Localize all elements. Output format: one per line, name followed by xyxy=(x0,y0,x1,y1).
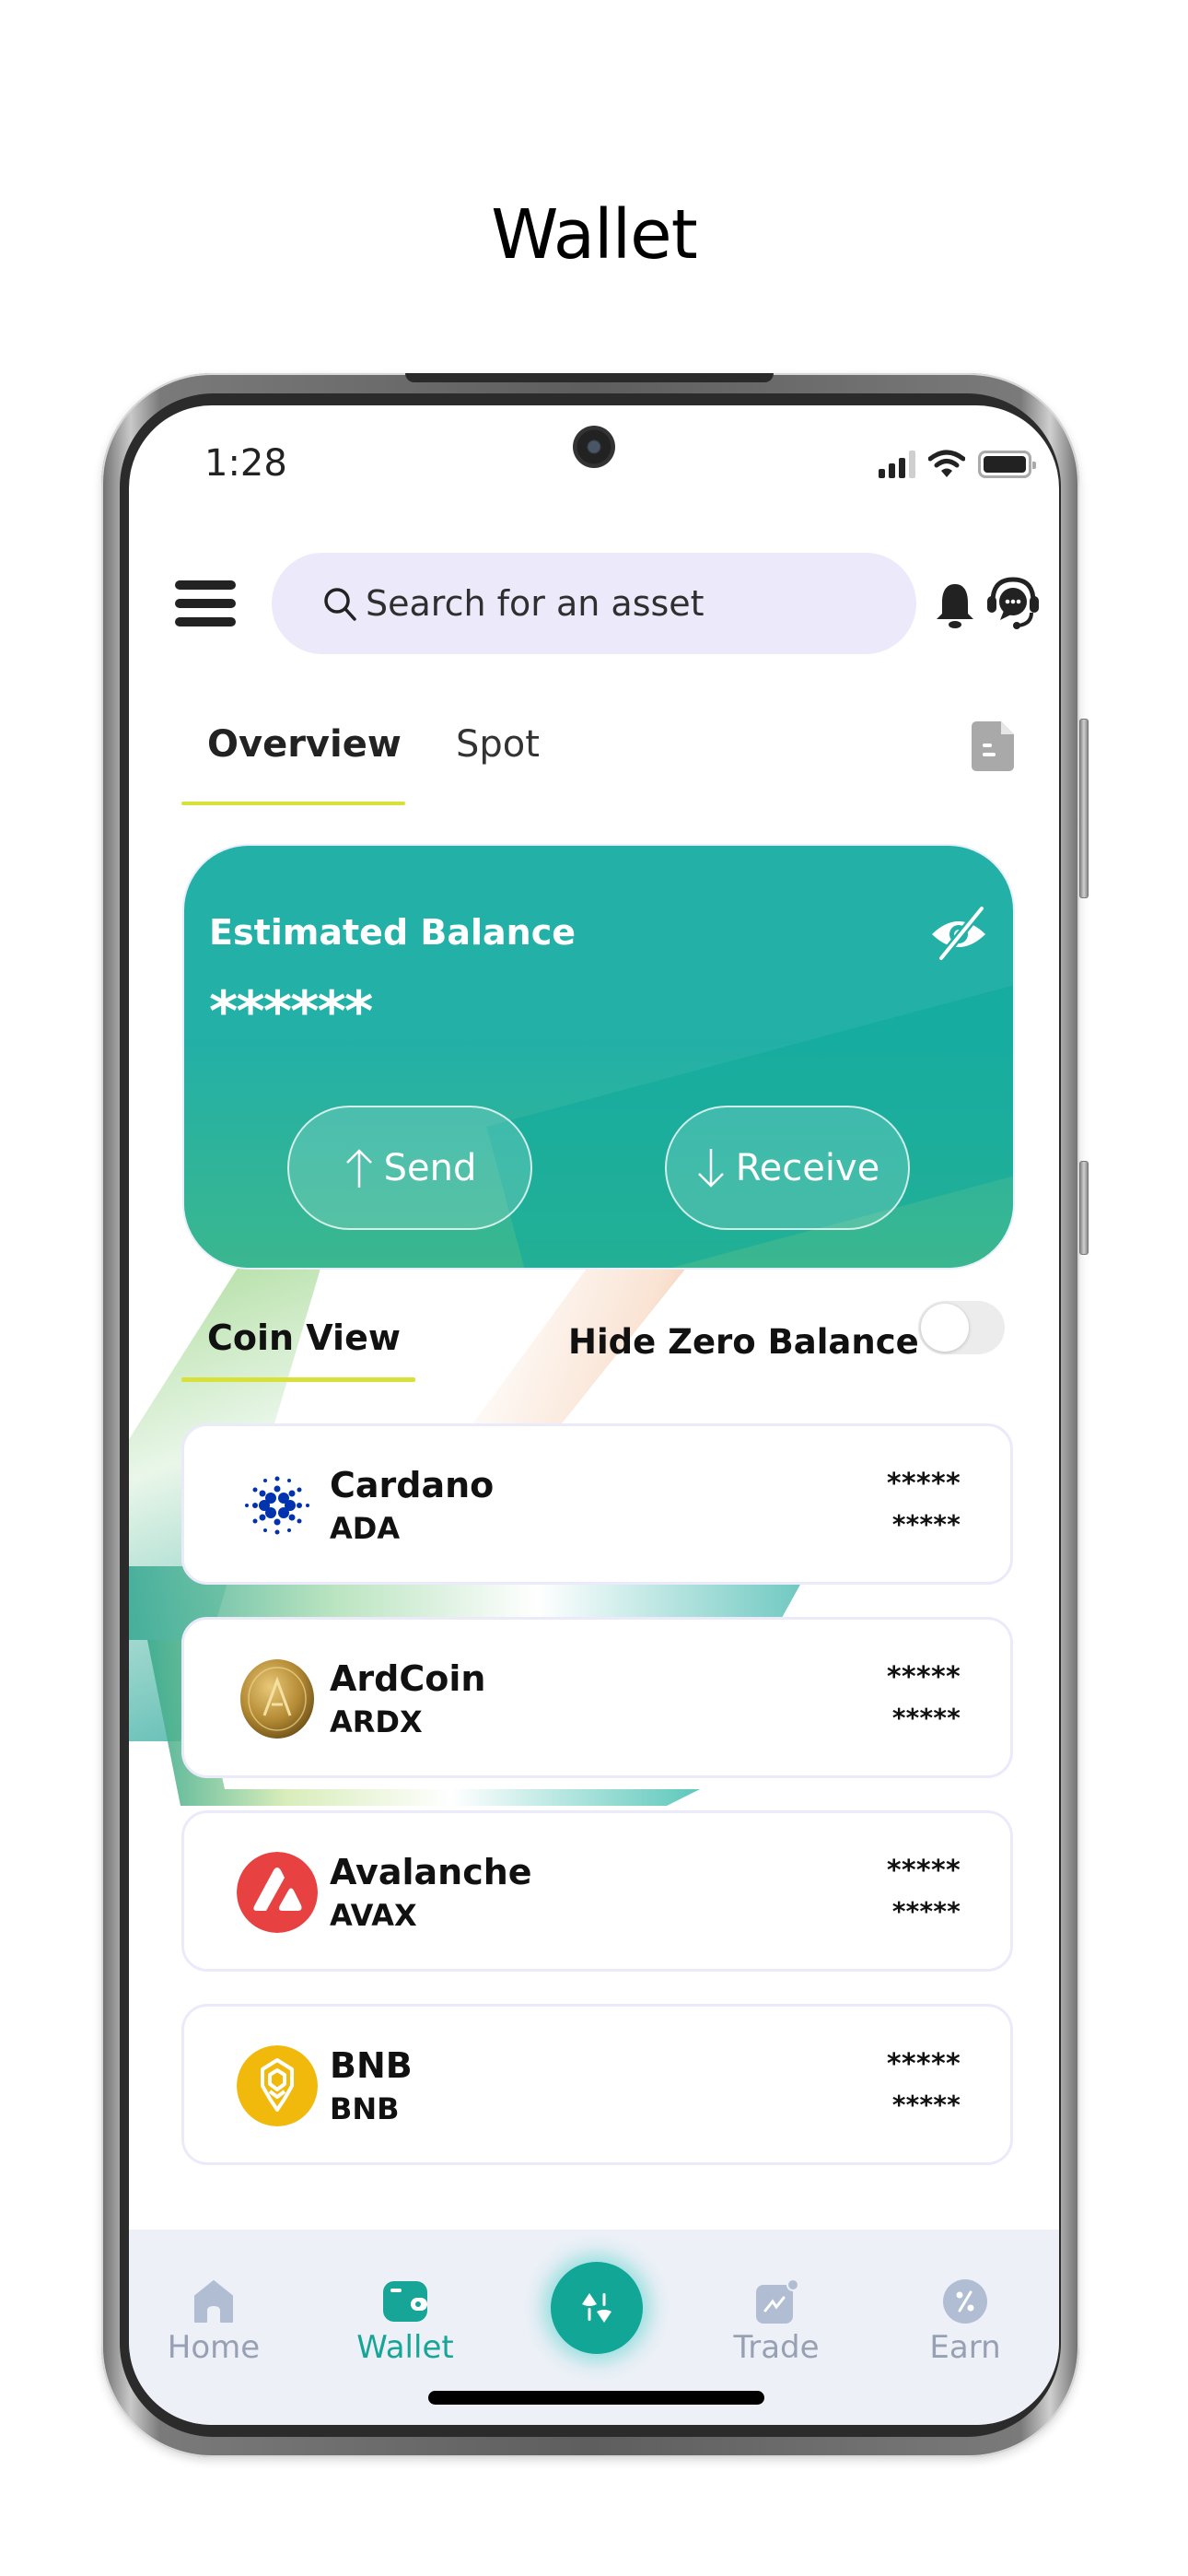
home-icon xyxy=(194,2280,233,2323)
document-icon[interactable] xyxy=(972,721,1014,771)
nav-label: Trade xyxy=(733,2329,820,2366)
coin-symbol: BNB xyxy=(330,2091,400,2126)
coin-list: Cardano ADA ***** ***** ArdCoin ARDX ***… xyxy=(181,1423,1013,2197)
power-button xyxy=(1079,1161,1089,1255)
page-title: Wallet xyxy=(491,195,697,275)
battery-icon xyxy=(978,451,1036,478)
coin-name: Cardano xyxy=(330,1465,495,1505)
nav-label: Home xyxy=(167,2329,261,2366)
coin-name: BNB xyxy=(330,2045,413,2086)
coin-name: ArdCoin xyxy=(330,1658,486,1699)
hide-zero-toggle[interactable] xyxy=(918,1301,1005,1354)
status-time: 1:28 xyxy=(204,442,287,485)
nav-label: Wallet xyxy=(356,2329,454,2366)
nav-label: Earn xyxy=(929,2329,1001,2366)
swap-action-button[interactable] xyxy=(551,2262,643,2354)
bnb-logo xyxy=(237,2045,318,2126)
tab-spot[interactable]: Spot xyxy=(456,723,540,766)
coin-row-cardano[interactable]: Cardano ADA ***** ***** xyxy=(181,1423,1013,1585)
swap-arrows-icon xyxy=(582,2293,611,2323)
coin-row-bnb[interactable]: BNB BNB ***** ***** xyxy=(181,2004,1013,2165)
send-button[interactable]: Send xyxy=(287,1106,532,1230)
nav-home[interactable]: Home xyxy=(149,2277,278,2366)
avalanche-logo xyxy=(237,1852,318,1933)
receive-button[interactable]: Receive xyxy=(665,1106,910,1230)
balance-label: Estimated Balance xyxy=(209,912,576,953)
app-screen: 1:28 Overview Spot xyxy=(129,405,1059,2425)
coin-symbol: AVAX xyxy=(330,1898,417,1933)
volume-button xyxy=(1079,719,1089,898)
coin-amount: ***** xyxy=(885,1661,961,1693)
tab-overview[interactable]: Overview xyxy=(207,723,402,766)
arrow-down-icon xyxy=(697,1148,724,1188)
support-chat-icon[interactable] xyxy=(985,574,1041,631)
coin-value: ***** xyxy=(891,1703,961,1733)
nav-trade[interactable]: Trade xyxy=(712,2277,841,2366)
nav-earn[interactable]: Earn xyxy=(901,2277,1030,2366)
toggle-knob xyxy=(921,1304,969,1352)
wallet-tabs: Overview Spot xyxy=(129,714,1059,806)
status-icons xyxy=(879,450,1036,479)
search-bar[interactable] xyxy=(272,553,916,654)
hide-zero-label: Hide Zero Balance xyxy=(568,1322,919,1362)
hamburger-icon xyxy=(175,580,236,590)
trade-chart-icon xyxy=(756,2278,799,2324)
coin-value: ***** xyxy=(891,1896,961,1926)
eye-off-icon[interactable] xyxy=(928,903,989,964)
send-label: Send xyxy=(383,1146,477,1189)
balance-card: Estimated Balance ****** Send Receive xyxy=(184,846,1013,1268)
coin-symbol: ARDX xyxy=(330,1704,423,1739)
coin-amount: ***** xyxy=(885,1468,961,1500)
nav-wallet[interactable]: Wallet xyxy=(341,2277,470,2366)
wallet-icon xyxy=(383,2281,427,2322)
balance-value: ****** xyxy=(209,979,373,1044)
wifi-icon xyxy=(928,450,965,477)
bell-icon[interactable] xyxy=(935,582,975,630)
arrow-up-icon xyxy=(345,1148,372,1188)
earpiece-speaker xyxy=(405,373,774,382)
coin-value: ***** xyxy=(891,1509,961,1540)
cardano-logo xyxy=(245,1476,309,1535)
coin-amount: ***** xyxy=(885,1855,961,1887)
front-camera xyxy=(573,426,615,468)
home-indicator[interactable] xyxy=(428,2391,764,2405)
search-icon xyxy=(324,588,356,621)
coin-symbol: ADA xyxy=(330,1511,401,1546)
coin-row-avalanche[interactable]: Avalanche AVAX ***** ***** xyxy=(181,1810,1013,1972)
coin-value: ***** xyxy=(891,2090,961,2120)
ardcoin-logo xyxy=(240,1659,314,1739)
receive-label: Receive xyxy=(735,1146,880,1189)
bottom-nav: Home Wallet Trade Earn xyxy=(129,2230,1059,2425)
menu-button[interactable] xyxy=(175,580,236,626)
coin-amount: ***** xyxy=(885,2048,961,2080)
coin-view-tab[interactable]: Coin View xyxy=(207,1317,401,1358)
coin-row-ardcoin[interactable]: ArdCoin ARDX ***** ***** xyxy=(181,1617,1013,1778)
coin-view-indicator xyxy=(181,1377,415,1382)
active-tab-indicator xyxy=(181,802,405,805)
signal-icon xyxy=(879,451,915,478)
search-input[interactable] xyxy=(366,583,844,624)
percent-icon xyxy=(943,2279,987,2324)
coin-name: Avalanche xyxy=(330,1852,532,1892)
